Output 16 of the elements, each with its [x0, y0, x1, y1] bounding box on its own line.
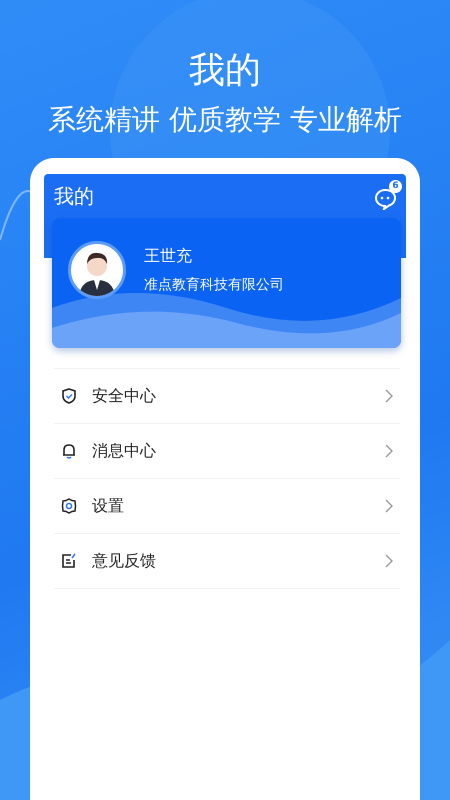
- chat-icon[interactable]: [374, 188, 396, 210]
- gear-icon: [60, 497, 78, 515]
- shield-icon: [60, 387, 78, 405]
- promo-subtitle: 系统精讲 优质教学 专业解析: [47, 102, 403, 138]
- message-count: 6: [389, 180, 402, 193]
- bell-icon: [60, 442, 78, 460]
- chevron-icon: [384, 443, 394, 459]
- user-name: 王世充: [144, 245, 193, 267]
- chevron-icon: [384, 498, 394, 514]
- promo-title: 我的: [188, 49, 262, 93]
- page-title: 我的: [54, 183, 94, 210]
- chevron-icon: [384, 388, 394, 404]
- chevron-icon: [384, 553, 394, 569]
- feedback-icon: [60, 552, 78, 570]
- profile-card[interactable]: 王世充 准点教育科技有限公司: [52, 218, 401, 348]
- organization-name: 准点教育科技有限公司: [144, 276, 284, 295]
